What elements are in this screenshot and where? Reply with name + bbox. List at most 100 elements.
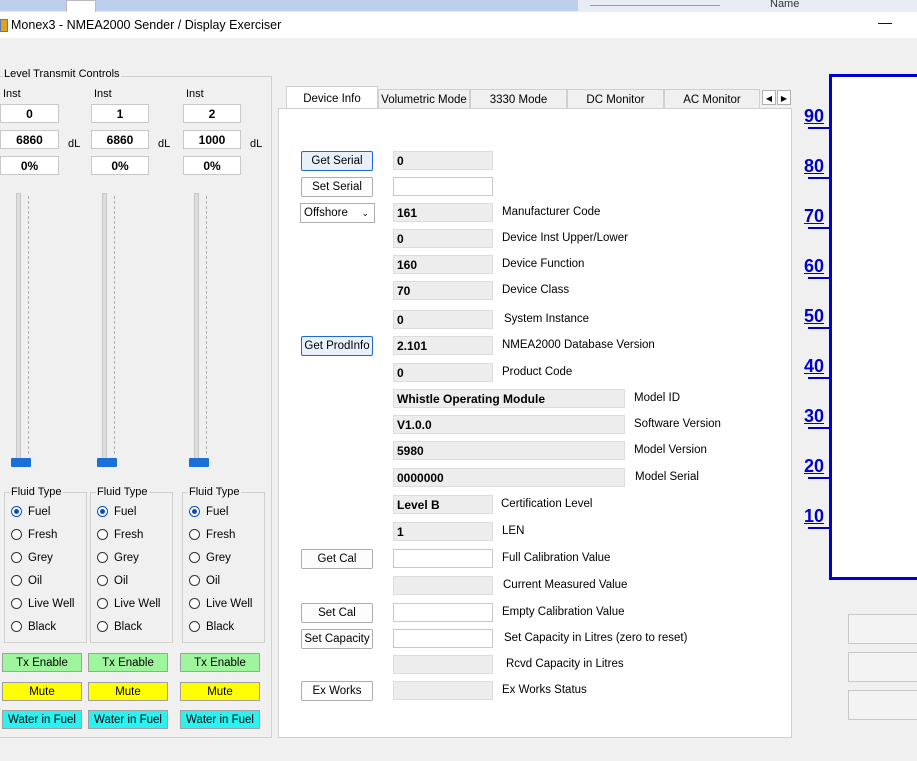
- gauge-tick-mark: [808, 377, 830, 379]
- calibration-label: Rcvd Capacity in Litres: [506, 658, 624, 670]
- radio-oil[interactable]: Oil: [189, 575, 220, 587]
- mute-button[interactable]: Mute: [88, 682, 168, 701]
- window-title: Monex3 - NMEA2000 Sender / Display Exerc…: [11, 18, 282, 32]
- calibration-value: [393, 681, 493, 700]
- level-slider-thumb[interactable]: [97, 458, 117, 467]
- radio-black[interactable]: Black: [97, 621, 142, 633]
- mute-button[interactable]: Mute: [2, 682, 82, 701]
- level-slider-track[interactable]: [194, 193, 199, 465]
- calibration-input[interactable]: [393, 603, 493, 622]
- radio-fuel[interactable]: Fuel: [97, 506, 136, 518]
- inst-input[interactable]: 2: [183, 104, 241, 123]
- name-column-header[interactable]: Name: [770, 0, 799, 10]
- radio-oil[interactable]: Oil: [11, 575, 42, 587]
- radio-circle: [11, 506, 22, 517]
- calibration-input[interactable]: [393, 549, 493, 568]
- get-prodinfo-button[interactable]: Get ProdInfo: [301, 336, 373, 356]
- radio-grey[interactable]: Grey: [97, 552, 139, 564]
- radio-fresh[interactable]: Fresh: [11, 529, 57, 541]
- radio-label: Live Well: [206, 598, 253, 610]
- radio-live-well[interactable]: Live Well: [11, 598, 74, 610]
- field-value: 2.101: [393, 336, 493, 355]
- right-button-2[interactable]: [848, 652, 917, 682]
- mute-button[interactable]: Mute: [180, 682, 260, 701]
- radio-circle: [189, 529, 200, 540]
- radio-black[interactable]: Black: [11, 621, 56, 633]
- radio-fuel[interactable]: Fuel: [189, 506, 228, 518]
- tx-enable-button[interactable]: Tx Enable: [2, 653, 82, 672]
- industry-select-value: Offshore: [304, 207, 348, 219]
- field-value: 0: [393, 229, 493, 248]
- radio-oil[interactable]: Oil: [97, 575, 128, 587]
- tab-scroll-right-button[interactable]: ▶: [777, 90, 791, 105]
- radio-live-well[interactable]: Live Well: [97, 598, 160, 610]
- tx-enable-button[interactable]: Tx Enable: [88, 653, 168, 672]
- slider-ticks: [206, 196, 213, 454]
- tab-3330-mode[interactable]: 3330 Mode: [470, 89, 567, 109]
- gauge-tick-label: 40: [804, 356, 825, 376]
- gauge-tick-mark: [808, 477, 830, 479]
- right-button-3[interactable]: [848, 690, 917, 720]
- inst-input[interactable]: 1: [91, 104, 149, 123]
- inst-label: Inst: [186, 88, 204, 100]
- tab-ac-monitor[interactable]: AC Monitor: [664, 89, 760, 109]
- serial-input[interactable]: [393, 177, 493, 196]
- set-cal-button[interactable]: Set Cal: [301, 603, 373, 623]
- radio-black[interactable]: Black: [189, 621, 234, 633]
- radio-grey[interactable]: Grey: [11, 552, 53, 564]
- level-transmit-label: Level Transmit Controls: [3, 68, 121, 80]
- radio-label: Grey: [206, 552, 231, 564]
- radio-label: Black: [114, 621, 143, 633]
- calibration-label: Ex Works Status: [502, 684, 587, 696]
- set-capacity-button[interactable]: Set Capacity: [301, 629, 373, 649]
- radio-label: Fuel: [28, 506, 51, 518]
- radio-label: Live Well: [28, 598, 75, 610]
- radio-circle: [11, 552, 22, 563]
- product-label: Model Serial: [635, 471, 699, 483]
- radio-fresh[interactable]: Fresh: [97, 529, 143, 541]
- gauge-tick-mark: [808, 327, 830, 329]
- level-slider-track[interactable]: [102, 193, 107, 465]
- tab-volumetric-mode[interactable]: Volumetric Mode: [378, 89, 470, 109]
- field-value: 160: [393, 255, 493, 274]
- tab-device-info[interactable]: Device Info: [286, 86, 378, 109]
- radio-label: Fresh: [114, 529, 144, 541]
- ex-works-button[interactable]: Ex Works: [301, 681, 373, 701]
- field-label: NMEA2000 Database Version: [502, 339, 655, 351]
- product-label: Model ID: [634, 392, 681, 404]
- level-slider-track[interactable]: [16, 193, 21, 465]
- radio-label: Black: [28, 621, 57, 633]
- level-input[interactable]: 6860: [91, 130, 149, 149]
- set-serial-button[interactable]: Set Serial: [301, 177, 373, 197]
- radio-grey[interactable]: Grey: [189, 552, 231, 564]
- level-input[interactable]: 6860: [0, 130, 59, 149]
- right-button-1[interactable]: [848, 614, 917, 644]
- level-slider-thumb[interactable]: [11, 458, 31, 467]
- industry-select[interactable]: Offshore ⌄: [300, 203, 375, 223]
- radio-live-well[interactable]: Live Well: [189, 598, 252, 610]
- water-in-fuel-button[interactable]: Water in Fuel: [2, 710, 82, 729]
- tab-dc-monitor[interactable]: DC Monitor: [567, 89, 664, 109]
- product-label: Software Version: [634, 418, 721, 430]
- level-input[interactable]: 1000: [183, 130, 241, 149]
- tx-enable-button[interactable]: Tx Enable: [180, 653, 260, 672]
- gauge-tick-label: 20: [804, 456, 825, 476]
- gauge-tick-mark: [808, 127, 830, 129]
- inst-input[interactable]: 0: [0, 104, 59, 123]
- field-label: Device Class: [502, 284, 570, 296]
- certification-value: Level B: [393, 495, 493, 514]
- minimize-button[interactable]: —: [878, 14, 892, 30]
- radio-fuel[interactable]: Fuel: [11, 506, 50, 518]
- tab-scroll-left-button[interactable]: ◀: [762, 90, 776, 105]
- get-cal-button[interactable]: Get Cal: [301, 549, 373, 569]
- len-value: 1: [393, 522, 493, 541]
- calibration-input[interactable]: [393, 629, 493, 648]
- calibration-value: [393, 576, 493, 595]
- level-slider-thumb[interactable]: [189, 458, 209, 467]
- water-in-fuel-button[interactable]: Water in Fuel: [88, 710, 168, 729]
- water-in-fuel-button[interactable]: Water in Fuel: [180, 710, 260, 729]
- radio-fresh[interactable]: Fresh: [189, 529, 235, 541]
- gauge-tick-label: 10: [804, 506, 825, 526]
- radio-label: Grey: [114, 552, 139, 564]
- get-serial-button[interactable]: Get Serial: [301, 151, 373, 171]
